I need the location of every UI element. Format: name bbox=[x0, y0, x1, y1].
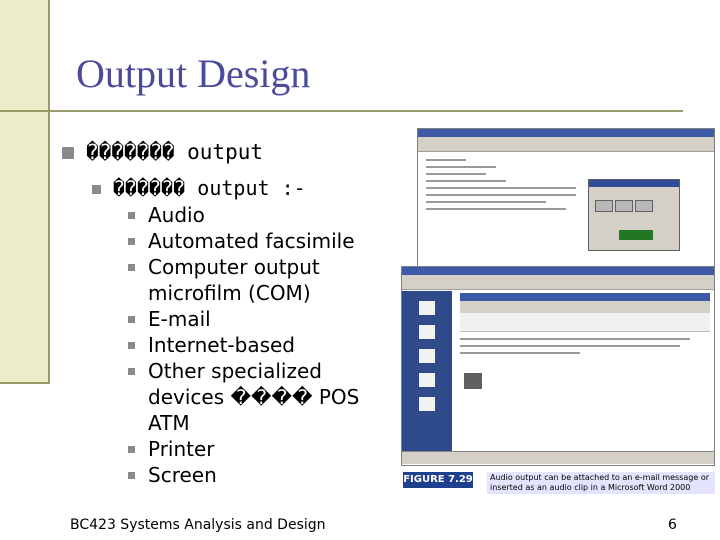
stop-icon bbox=[615, 200, 633, 212]
list-item-text: Printer bbox=[148, 437, 215, 461]
square-bullet-icon bbox=[92, 185, 101, 194]
play-icon bbox=[595, 200, 613, 212]
text-line bbox=[460, 345, 680, 347]
list-item-text: Audio bbox=[148, 203, 205, 227]
list-item: Screen bbox=[128, 462, 388, 488]
list-item: Other specialized devices ���� POS ATM bbox=[128, 358, 388, 436]
square-bullet-icon bbox=[128, 472, 135, 479]
output-types-list: Audio Automated facsimile Computer outpu… bbox=[128, 202, 388, 488]
left-sidebar-band bbox=[0, 0, 48, 384]
figure-label: FIGURE 7.29 bbox=[403, 472, 473, 488]
sidebar-bottom-rule bbox=[0, 382, 48, 384]
list-item-text: Internet-based bbox=[148, 333, 296, 357]
footer-text: BC423 Systems Analysis and Design bbox=[70, 517, 326, 533]
calendar-icon bbox=[419, 325, 435, 339]
word-window-image bbox=[417, 128, 715, 270]
list-item-text: Automated facsimile bbox=[148, 229, 355, 253]
outlook-shortcuts-bar bbox=[402, 291, 452, 461]
list-item: Automated facsimile bbox=[128, 228, 388, 254]
journal-icon bbox=[419, 397, 435, 411]
player-titlebar bbox=[589, 180, 679, 187]
bullet-level1-text: ������� output bbox=[86, 140, 264, 164]
bullet-level2-text: ������ output :- bbox=[113, 176, 306, 200]
contacts-icon bbox=[419, 349, 435, 363]
figure-caption: Audio output can be attached to an e-mai… bbox=[487, 472, 715, 494]
window-titlebar bbox=[418, 129, 714, 137]
square-bullet-icon bbox=[62, 147, 74, 159]
list-item: E-mail bbox=[128, 306, 388, 332]
text-line bbox=[426, 159, 466, 161]
bullet-level1: ������� output bbox=[62, 140, 263, 164]
square-bullet-icon bbox=[128, 446, 135, 453]
text-line bbox=[426, 166, 496, 168]
message-toolbar bbox=[460, 301, 710, 313]
windows-taskbar bbox=[402, 451, 714, 464]
text-line bbox=[426, 173, 486, 175]
square-bullet-icon bbox=[128, 316, 135, 323]
square-bullet-icon bbox=[128, 238, 135, 245]
text-line bbox=[426, 180, 506, 182]
text-line bbox=[426, 201, 546, 203]
message-header bbox=[460, 313, 710, 332]
list-item: Computer output microfilm (COM) bbox=[128, 254, 388, 306]
square-bullet-icon bbox=[128, 368, 135, 375]
text-line bbox=[460, 352, 580, 354]
window-titlebar bbox=[402, 267, 714, 275]
text-line bbox=[426, 194, 576, 196]
page-number: 6 bbox=[668, 517, 677, 533]
tasks-icon bbox=[419, 373, 435, 387]
list-item-text: Screen bbox=[148, 463, 217, 487]
email-message-image bbox=[460, 293, 710, 453]
square-bullet-icon bbox=[128, 264, 135, 271]
record-icon bbox=[635, 200, 653, 212]
text-line bbox=[426, 208, 566, 210]
list-item: Audio bbox=[128, 202, 388, 228]
vertical-rule bbox=[48, 0, 50, 384]
audio-attachment-icon bbox=[464, 373, 482, 389]
title-divider bbox=[0, 110, 683, 112]
memo-document-image bbox=[426, 159, 596, 264]
list-item: Printer bbox=[128, 436, 388, 462]
text-line bbox=[426, 187, 576, 189]
player-display bbox=[619, 230, 653, 240]
text-line bbox=[460, 338, 690, 340]
window-menubar bbox=[418, 137, 714, 152]
window-menubar bbox=[402, 275, 714, 290]
slide-title: Output Design bbox=[76, 51, 311, 96]
square-bullet-icon bbox=[128, 342, 135, 349]
list-item: Internet-based bbox=[128, 332, 388, 358]
figure-screenshot: FIGURE 7.29 Audio output can be attached… bbox=[397, 128, 717, 494]
outlook-window-image bbox=[401, 266, 715, 466]
message-titlebar bbox=[460, 293, 710, 301]
list-item-text: E-mail bbox=[148, 307, 211, 331]
list-item-text: Other specialized devices ���� POS ATM bbox=[148, 359, 360, 435]
audio-player-image bbox=[588, 179, 680, 251]
inbox-icon bbox=[419, 301, 435, 315]
square-bullet-icon bbox=[128, 212, 135, 219]
list-item-text: Computer output microfilm (COM) bbox=[148, 255, 320, 305]
bullet-level2: ������ output :- bbox=[92, 176, 306, 200]
